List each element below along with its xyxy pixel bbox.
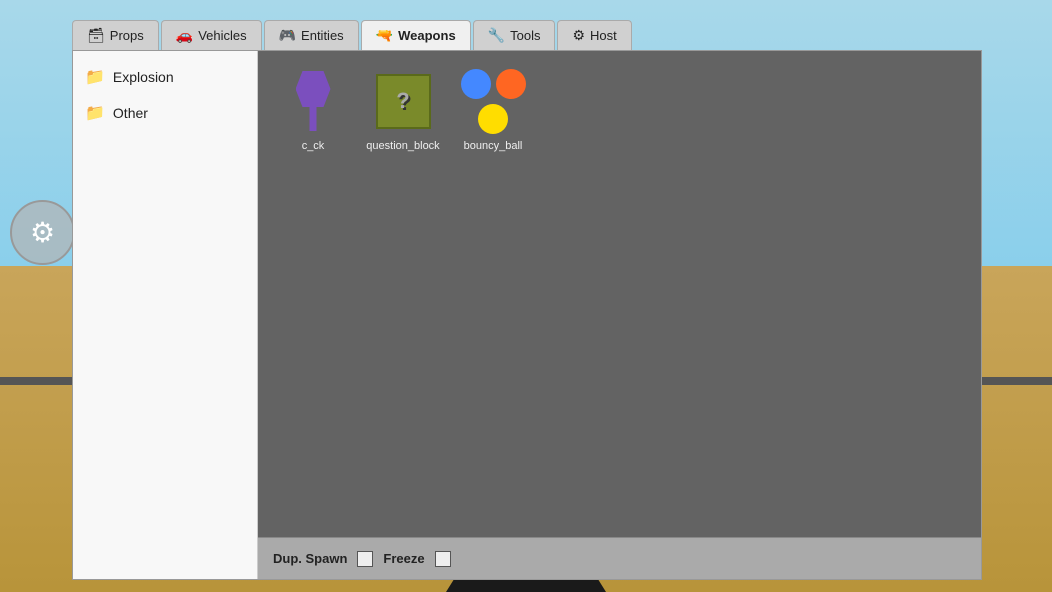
folder-other-icon: 📁	[85, 103, 105, 123]
sidebar-item-explosion-label: Explosion	[113, 69, 174, 85]
freeze-label: Freeze	[383, 551, 424, 566]
props-icon: 🗃	[87, 27, 105, 44]
sidebar: 📁 Explosion 📁 Other	[73, 51, 258, 579]
main-content: 📁 Explosion 📁 Other c_ck	[72, 50, 982, 580]
tab-tools[interactable]: 🔧 Tools	[473, 20, 556, 50]
list-item[interactable]: c_ck	[273, 66, 353, 522]
tab-tools-label: Tools	[510, 28, 540, 43]
folder-explosion-icon: 📁	[85, 67, 105, 87]
list-item[interactable]: bouncy_ball	[453, 66, 533, 522]
tab-host[interactable]: ⚙ Host	[557, 20, 631, 50]
sidebar-item-explosion[interactable]: 📁 Explosion	[73, 59, 257, 95]
ui-panel: 🗃 Props 🚗 Vehicles 🎮 Entities 🔫 Weapons …	[72, 20, 982, 580]
tab-entities-label: Entities	[301, 28, 344, 43]
vehicles-icon: 🚗	[176, 27, 193, 44]
weapons-icon: 🔫	[376, 27, 393, 44]
ck-shape	[296, 71, 331, 131]
dup-spawn-checkbox[interactable]	[357, 551, 373, 567]
item-ck-label: c_ck	[302, 140, 325, 152]
tab-weapons[interactable]: 🔫 Weapons	[361, 20, 471, 50]
ball-yellow	[478, 104, 508, 134]
list-item[interactable]: question_block	[363, 66, 443, 522]
tab-entities[interactable]: 🎮 Entities	[264, 20, 359, 50]
item-qblock-preview	[368, 66, 438, 136]
item-balls-preview	[458, 66, 528, 136]
item-balls-label: bouncy_ball	[464, 140, 523, 152]
tab-vehicles-label: Vehicles	[198, 28, 246, 43]
wrench-circle[interactable]: ⚙	[10, 200, 75, 265]
tabs-bar: 🗃 Props 🚗 Vehicles 🎮 Entities 🔫 Weapons …	[72, 20, 982, 50]
tab-props-label: Props	[110, 28, 144, 43]
host-icon: ⚙	[572, 27, 585, 44]
ball-orange	[496, 69, 526, 99]
bottom-bar: Dup. Spawn Freeze	[258, 537, 981, 579]
freeze-checkbox[interactable]	[435, 551, 451, 567]
content-area: c_ck question_block	[258, 51, 981, 579]
dup-spawn-label: Dup. Spawn	[273, 551, 347, 566]
qblock-shape	[376, 74, 431, 129]
entities-icon: 🎮	[279, 27, 296, 44]
sidebar-item-other[interactable]: 📁 Other	[73, 95, 257, 131]
tab-weapons-label: Weapons	[398, 28, 456, 43]
item-ck-preview	[278, 66, 348, 136]
item-qblock-label: question_block	[366, 140, 439, 152]
items-grid: c_ck question_block	[258, 51, 981, 537]
tab-props[interactable]: 🗃 Props	[72, 20, 159, 50]
tab-vehicles[interactable]: 🚗 Vehicles	[161, 20, 262, 50]
tab-host-label: Host	[590, 28, 617, 43]
tools-icon: 🔧	[488, 27, 505, 44]
balls-shape	[461, 69, 526, 134]
ball-blue	[461, 69, 491, 99]
sidebar-item-other-label: Other	[113, 105, 148, 121]
